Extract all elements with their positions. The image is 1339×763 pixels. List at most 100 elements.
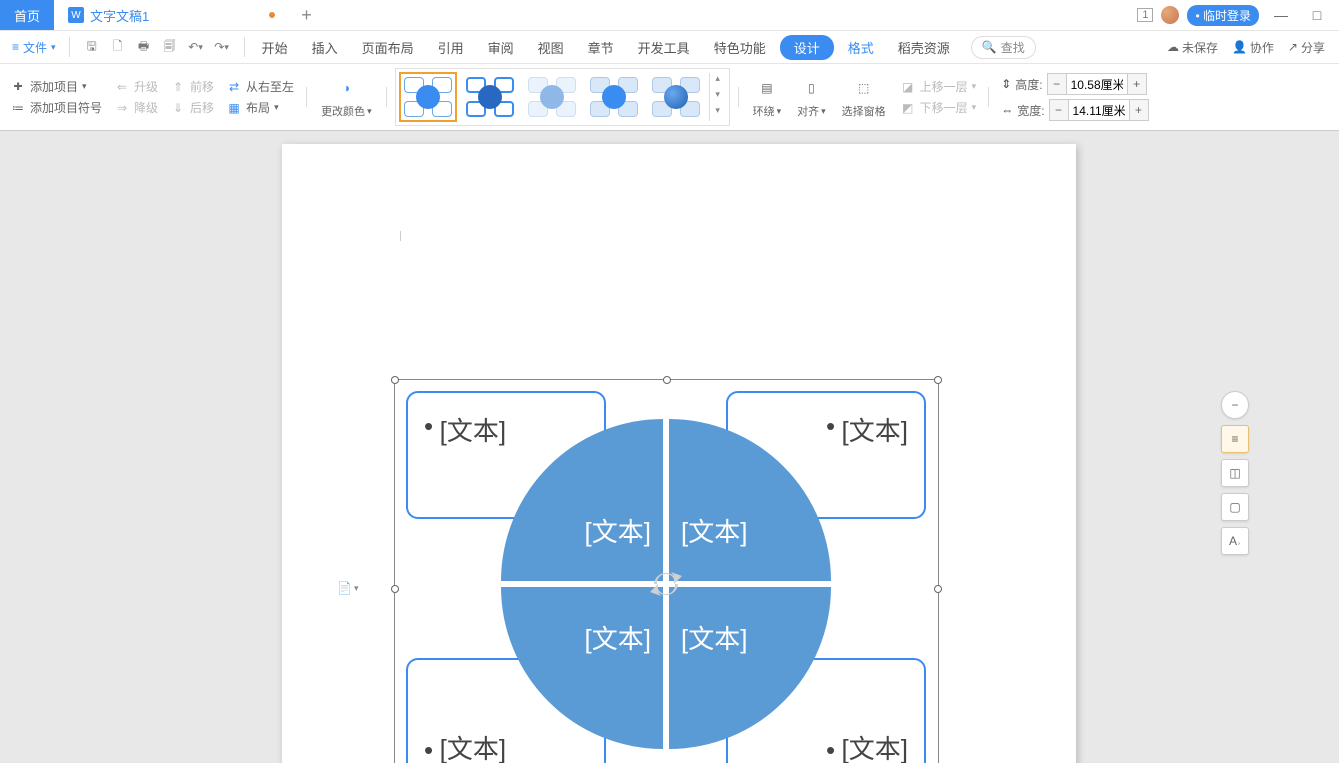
search-box[interactable]: 🔍 查找 [971,36,1036,59]
search-icon: 🔍 [982,40,997,54]
new-tab-button[interactable]: + [289,0,324,30]
demote-button[interactable]: ⇒降级 [114,99,158,116]
height-spinner[interactable]: − + [1047,73,1147,95]
canvas-area[interactable]: 📄▾ • [文本] • [文本] • [文本] • [文本] [文本] [文本]… [0,131,1339,763]
hamburger-icon: ≡ [12,40,19,54]
circle-quadrant-br[interactable]: [文本] [669,587,831,749]
gallery-scroll-up[interactable]: ▴ [710,73,726,89]
layout-icon: ▦ [226,100,242,116]
quick-access-toolbar: 🖫 🗋 🖶 🗐 ↶▾ ↷▾ [77,36,237,58]
tab-page-layout[interactable]: 页面布局 [352,34,424,61]
height-decrement[interactable]: − [1048,74,1066,94]
tab-special[interactable]: 特色功能 [704,34,776,61]
tab-reference[interactable]: 引用 [428,34,474,61]
height-input[interactable] [1066,74,1128,94]
bullet-icon: ≔ [10,100,26,116]
minimize-button[interactable]: — [1267,7,1295,23]
circle-quadrant-tr[interactable]: [文本] [669,419,831,581]
tab-start[interactable]: 开始 [252,34,298,61]
wrap-button[interactable]: ▤ 环绕▾ [747,73,788,121]
width-decrement[interactable]: − [1050,100,1068,120]
bring-forward-button[interactable]: ◪上移一层▾ [900,78,977,95]
tab-design[interactable]: 设计 [780,35,834,60]
style-option-1[interactable] [399,72,457,122]
resize-handle-ml[interactable] [391,585,399,593]
bullet-icon: • [424,735,433,763]
text-button[interactable]: A˒ [1221,527,1249,555]
avatar[interactable] [1161,6,1179,24]
circle-quadrant-bl[interactable]: [文本] [501,587,663,749]
share-button[interactable]: ↗分享 [1288,39,1325,56]
add-item-button[interactable]: 🞦添加项目▾ [10,78,102,95]
plus-icon: 🞦 [10,79,26,95]
move-after-button[interactable]: ⇓后移 [170,99,214,116]
word-doc-icon: W [68,7,84,23]
zoom-out-button[interactable]: − [1221,391,1249,419]
unsaved-dot-icon [269,12,275,18]
promote-button[interactable]: ⇐升级 [114,78,158,95]
tab-document[interactable]: W 文字文稿1 [54,0,289,30]
tab-home[interactable]: 首页 [0,0,54,30]
align-button[interactable]: ▯ 对齐▾ [791,73,832,121]
style-option-2[interactable] [461,72,519,122]
print-preview-icon[interactable]: 🗋 [107,36,129,58]
shape-button[interactable]: ▢ [1221,493,1249,521]
gallery-expand[interactable]: ▾ [710,105,726,121]
save-icon[interactable]: 🖫 [81,36,103,58]
wrap-icon: ▤ [754,75,780,101]
print-icon[interactable]: 🖶 [133,36,155,58]
share-icon: ↗ [1288,40,1298,54]
tab-review[interactable]: 审阅 [478,34,524,61]
resize-handle-mr[interactable] [934,585,942,593]
tab-chapter[interactable]: 章节 [578,34,624,61]
ribbon-design: 🞦添加项目▾ ≔添加项目符号 ⇐升级 ⇒降级 ⇑前移 ⇓后移 ⇄从右至左 ▦布局… [0,64,1339,131]
style-option-5[interactable] [647,72,705,122]
undo-icon[interactable]: ↶▾ [185,36,207,58]
tab-format[interactable]: 格式 [838,34,884,61]
layout-button[interactable]: ▦布局▾ [226,99,294,116]
login-button[interactable]: • 临时登录 [1187,5,1259,26]
print-direct-icon[interactable]: 🗐 [159,36,181,58]
forward-icon: ◪ [900,79,916,95]
change-color-button[interactable]: ◑ 更改颜色▾ [315,73,378,121]
width-increment[interactable]: + [1130,100,1148,120]
rtl-button[interactable]: ⇄从右至左 [226,78,294,95]
gallery-scroll-down[interactable]: ▾ [710,89,726,105]
send-backward-button[interactable]: ◩下移一层▾ [900,99,977,116]
move-before-button[interactable]: ⇑前移 [170,78,214,95]
resize-handle-tl[interactable] [391,376,399,384]
tab-view[interactable]: 视图 [528,34,574,61]
height-increment[interactable]: + [1128,74,1146,94]
smartart-diagram[interactable]: • [文本] • [文本] • [文本] • [文本] [文本] [文本] [文… [406,391,926,763]
select-pane-button[interactable]: ⬚ 选择窗格 [836,73,892,121]
tab-devtools[interactable]: 开发工具 [628,34,700,61]
promote-icon: ⇐ [114,79,130,95]
tab-insert[interactable]: 插入 [302,34,348,61]
width-input[interactable] [1068,100,1130,120]
resize-handle-tm[interactable] [663,376,671,384]
backward-icon: ◩ [900,100,916,116]
resize-handle-tr[interactable] [934,376,942,384]
add-bullet-button[interactable]: ≔添加项目符号 [10,99,102,116]
width-label: 宽度: [1017,102,1044,119]
text-pane-button[interactable]: ≡ [1221,425,1249,453]
page-indicator[interactable]: 1 [1137,8,1153,22]
style-option-3[interactable] [523,72,581,122]
bullet-icon: • [424,411,433,442]
style-option-4[interactable] [585,72,643,122]
circle-diagram: [文本] [文本] [文本] [文本] [501,419,831,749]
maximize-button[interactable]: □ [1303,7,1331,23]
paste-options-button[interactable]: 📄▾ [337,581,358,595]
circle-quadrant-tl[interactable]: [文本] [501,419,663,581]
down-icon: ⇓ [170,100,186,116]
unsaved-indicator[interactable]: ☁未保存 [1167,39,1218,56]
demote-icon: ⇒ [114,100,130,116]
floating-side-tools: − ≡ ◫ ▢ A˒ [1221,391,1249,555]
tab-resources[interactable]: 稻壳资源 [888,34,960,61]
style-button[interactable]: ◫ [1221,459,1249,487]
collab-button[interactable]: 👤协作 [1232,39,1274,56]
width-spinner[interactable]: − + [1049,99,1149,121]
redo-icon[interactable]: ↷▾ [211,36,233,58]
cycle-arrows-icon [644,562,688,606]
file-menu[interactable]: ≡ 文件 ▾ [6,39,62,56]
